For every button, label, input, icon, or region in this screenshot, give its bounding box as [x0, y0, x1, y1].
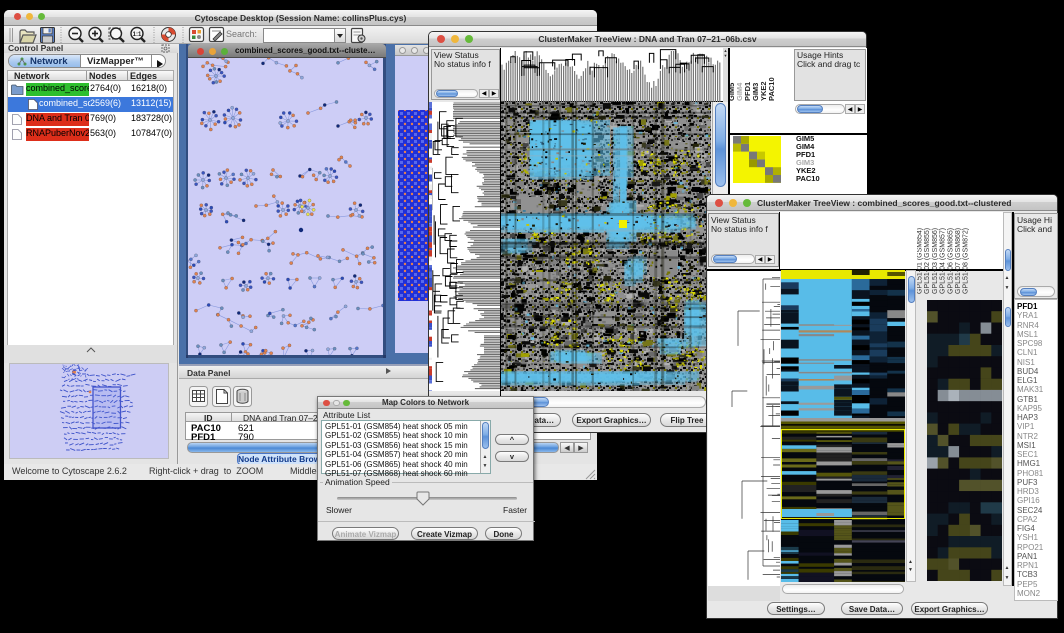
svg-text:GPL51-07 (GSM868): GPL51-07 (GSM868) — [955, 228, 962, 294]
svg-text:1:1: 1:1 — [133, 32, 142, 38]
svg-text:GPL51-02 (GSM855): GPL51-02 (GSM855) — [924, 228, 931, 294]
svg-text:GPL51-03 (GSM856): GPL51-03 (GSM856) — [932, 228, 939, 294]
svg-text:GPL51-06 (GSM865): GPL51-06 (GSM865) — [947, 228, 954, 294]
svg-text:GPL51-01 (GSM854): GPL51-01 (GSM854) — [917, 228, 924, 294]
svg-text:GPL51-08 (GSM872): GPL51-08 (GSM872) — [963, 228, 970, 294]
svg-text:GPL51-04 (GSM857): GPL51-04 (GSM857) — [940, 228, 947, 294]
svg-text:PAC10: PAC10 — [767, 77, 776, 101]
